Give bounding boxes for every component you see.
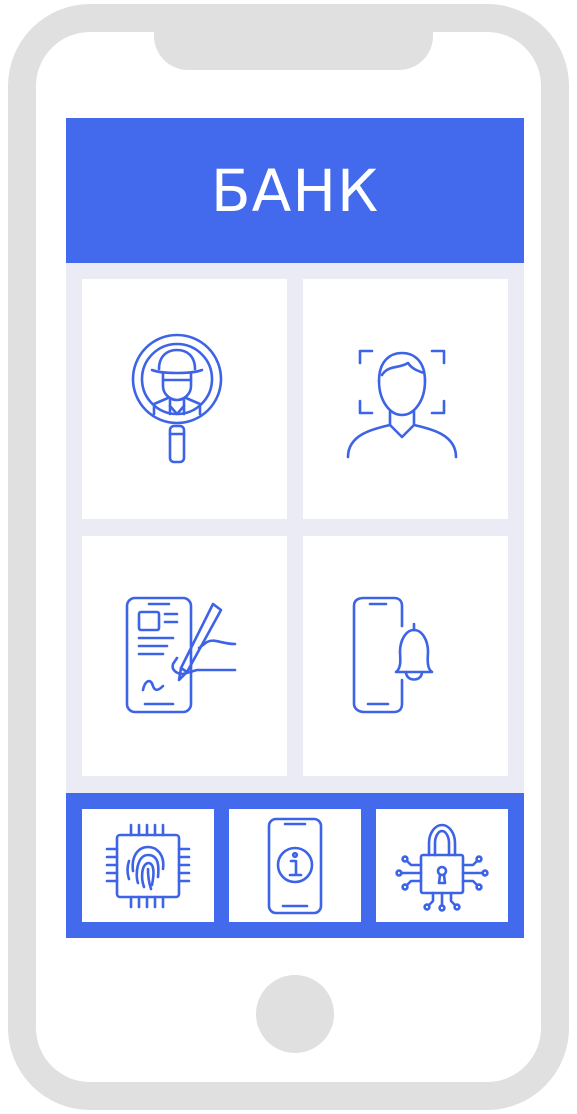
digital-signature-icon <box>125 596 236 714</box>
phone-notification-bell-icon <box>352 596 433 714</box>
fingerprint-chip-icon <box>105 823 191 908</box>
app-header: БАНК <box>66 118 524 263</box>
bottom-item-security[interactable] <box>376 809 508 922</box>
bottom-item-info[interactable] <box>229 809 361 922</box>
face-id-scan-icon <box>346 349 457 459</box>
tile-notifications[interactable] <box>303 536 508 776</box>
fraud-detective-magnifier-icon <box>131 333 222 464</box>
tile-digital-signature[interactable] <box>82 536 287 776</box>
bottom-item-fingerprint[interactable] <box>82 809 214 922</box>
bottom-bar <box>66 793 524 938</box>
tile-fraud-detection[interactable] <box>82 279 287 519</box>
phone-info-icon <box>267 817 323 914</box>
home-button[interactable] <box>256 975 334 1053</box>
app-screen: БАНК <box>66 118 524 938</box>
cyber-lock-icon <box>395 823 489 912</box>
tile-face-recognition[interactable] <box>303 279 508 519</box>
phone-notch <box>154 4 433 70</box>
app-title: БАНК <box>210 156 380 225</box>
